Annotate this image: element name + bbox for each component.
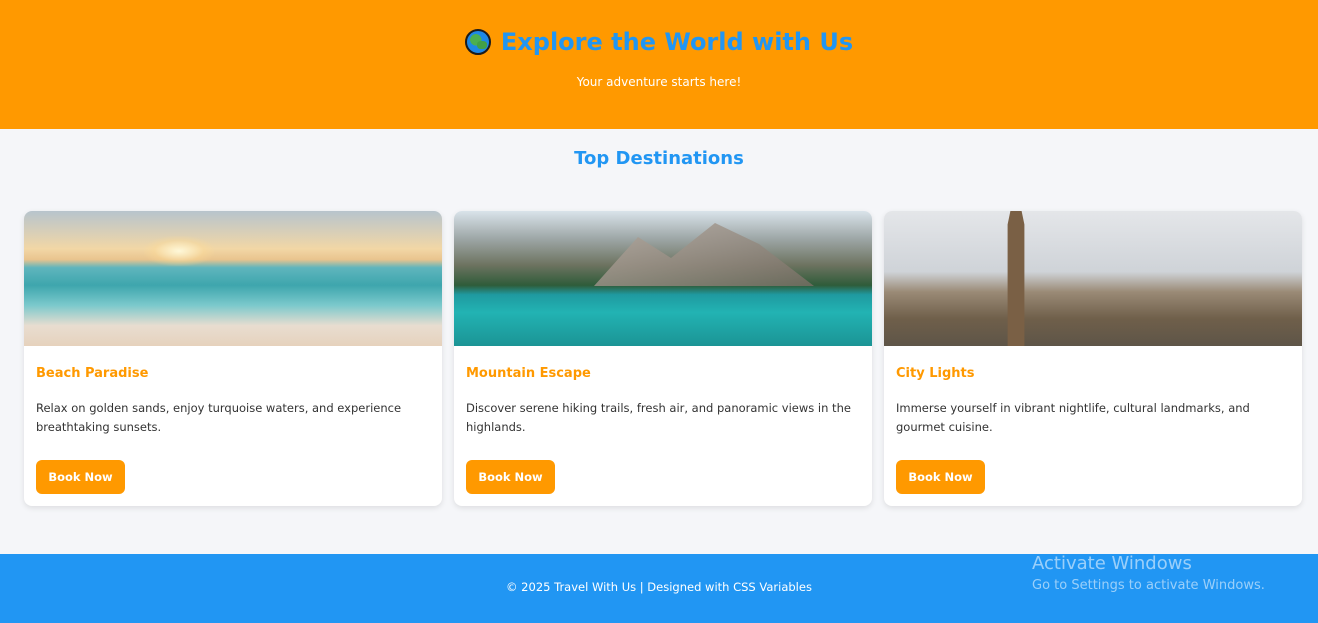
activate-windows-watermark: Activate Windows Go to Settings to activ… [1032, 553, 1265, 593]
watermark-subtitle: Go to Settings to activate Windows. [1032, 578, 1265, 593]
book-now-button-mountain[interactable]: Book Now [466, 460, 555, 494]
card-description: Immerse yourself in vibrant nightlife, c… [896, 401, 1250, 434]
globe-icon [464, 29, 491, 55]
card-body: City Lights Immerse yourself in vibrant … [884, 346, 1302, 439]
card-description: Relax on golden sands, enjoy turquoise w… [36, 401, 402, 434]
card-body: Mountain Escape Discover serene hiking t… [454, 346, 872, 439]
book-now-button-city[interactable]: Book Now [896, 460, 985, 494]
destination-card-city: City Lights Immerse yourself in vibrant … [884, 211, 1302, 506]
footer-text: © 2025 Travel With Us | Designed with CS… [506, 580, 812, 594]
site-header: Explore the World with Us Your adventure… [0, 0, 1318, 129]
book-now-button-beach[interactable]: Book Now [36, 460, 125, 494]
card-title: Mountain Escape [466, 366, 591, 381]
card-body: Beach Paradise Relax on golden sands, en… [24, 346, 442, 439]
card-title: Beach Paradise [36, 366, 149, 381]
beach-sunset-image [24, 211, 442, 346]
header-title-row: Explore the World with Us [0, 28, 1318, 56]
destination-card-beach: Beach Paradise Relax on golden sands, en… [24, 211, 442, 506]
page-subtitle: Your adventure starts here! [576, 75, 742, 89]
destination-cards: Beach Paradise Relax on golden sands, en… [24, 211, 1302, 506]
london-big-ben-image [884, 211, 1302, 346]
destination-card-mountain: Mountain Escape Discover serene hiking t… [454, 211, 872, 506]
page-title: Explore the World with Us [500, 28, 854, 56]
card-title: City Lights [896, 366, 975, 381]
watermark-title: Activate Windows [1032, 553, 1192, 574]
section-title: Top Destinations [574, 148, 744, 169]
card-description: Discover serene hiking trails, fresh air… [466, 401, 851, 434]
mountain-lake-image [454, 211, 872, 346]
